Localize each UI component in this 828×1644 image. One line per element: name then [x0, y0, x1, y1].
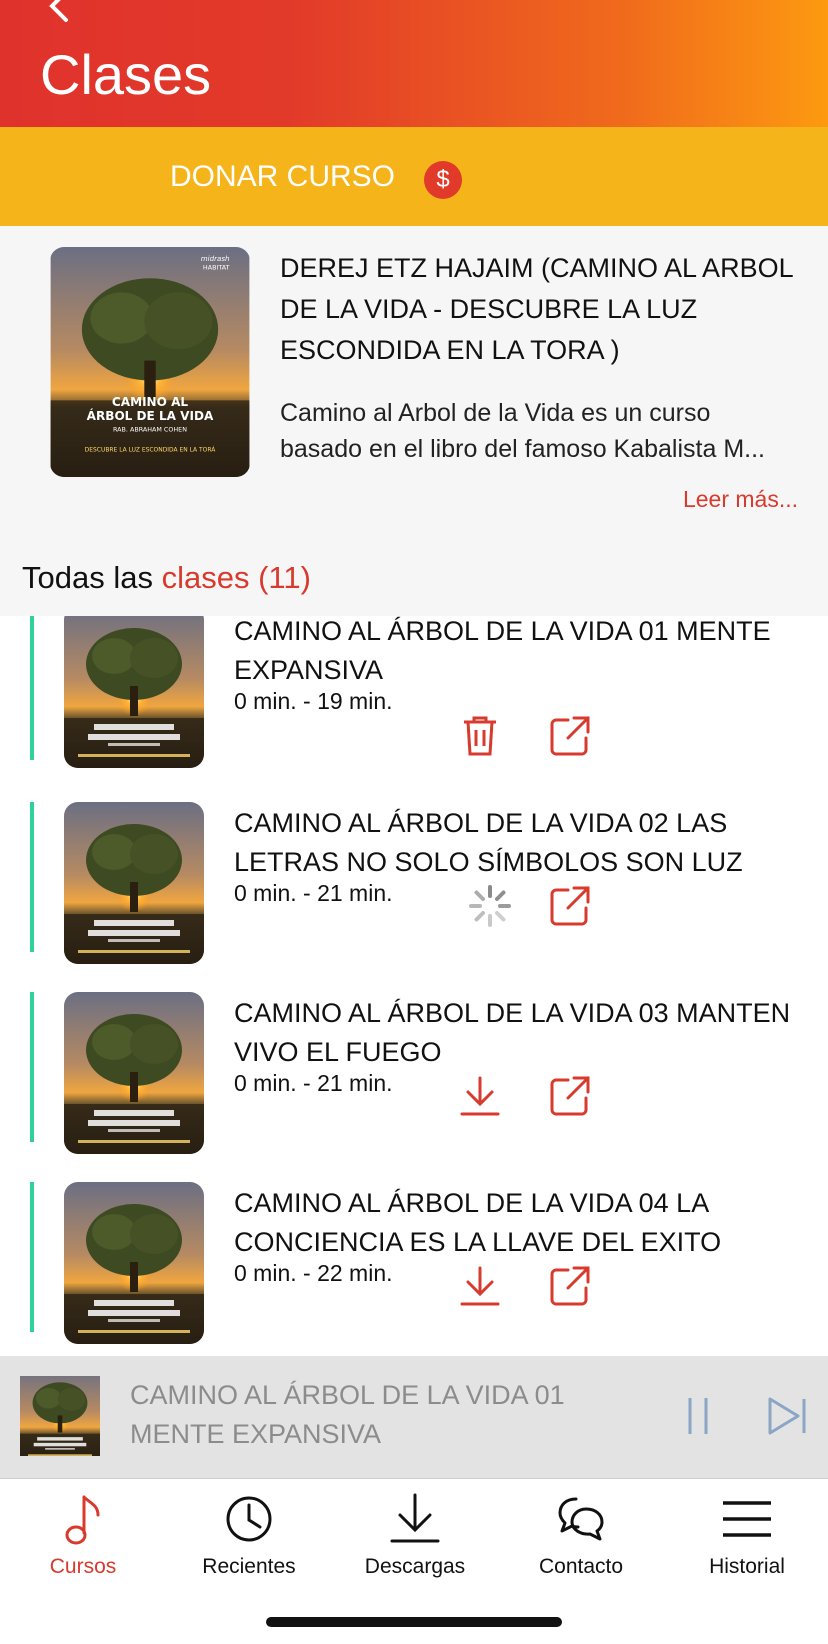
class-item[interactable]: CAMINO AL ÁRBOL DE LA VIDA 02 LAS LETRAS…	[0, 786, 828, 976]
class-thumbnail	[64, 992, 204, 1154]
clock-icon	[226, 1496, 272, 1542]
share-icon[interactable]	[548, 1264, 592, 1308]
read-more-link[interactable]: Leer más...	[683, 484, 798, 514]
class-thumbnail	[64, 802, 204, 964]
class-title: CAMINO AL ÁRBOL DE LA VIDA 04 LA CONCIEN…	[234, 1188, 722, 1257]
app-header: Clases	[0, 0, 828, 127]
player-title: CAMINO AL ÁRBOL DE LA VIDA 01 MENTE EXPA…	[130, 1380, 565, 1449]
tab-descargas[interactable]: Descargas	[332, 1479, 498, 1599]
class-duration: 0 min. - 22 min.	[234, 1260, 393, 1286]
class-thumbnail	[64, 1182, 204, 1344]
class-thumbnail	[64, 616, 204, 768]
class-title: CAMINO AL ÁRBOL DE LA VIDA 01 MENTE EXPA…	[234, 616, 771, 685]
share-icon[interactable]	[548, 884, 592, 928]
progress-indicator	[30, 1182, 34, 1332]
class-item[interactable]: CAMINO AL ÁRBOL DE LA VIDA 04 LA CONCIEN…	[0, 1166, 828, 1356]
cover-brand2: HABITAT	[203, 264, 230, 272]
class-list[interactable]: CAMINO AL ÁRBOL DE LA VIDA 01 MENTE EXPA…	[0, 616, 828, 1356]
page-title: Clases	[40, 43, 212, 106]
tab-label: Descargas	[364, 1555, 466, 1578]
tab-label: Cursos	[49, 1555, 117, 1578]
cover-brand: midrash	[201, 254, 230, 263]
cover-author: RAB. ABRAHAM COHEN	[113, 426, 187, 434]
share-icon[interactable]	[548, 714, 592, 758]
course-title: DEREJ ETZ HAJAIM (CAMINO AL ARBOL DE LA …	[280, 253, 793, 365]
tab-cursos[interactable]: Cursos	[0, 1479, 166, 1599]
cover-line2: ÁRBOL DE LA VIDA	[87, 408, 214, 423]
download-icon[interactable]	[458, 1074, 502, 1118]
hamburger-menu-icon	[723, 1501, 771, 1537]
trash-icon[interactable]	[458, 714, 502, 758]
class-title: CAMINO AL ÁRBOL DE LA VIDA 03 MANTEN VIV…	[234, 998, 791, 1067]
player-thumbnail	[20, 1376, 100, 1456]
course-description: Camino al Arbol de la Vida es un curso b…	[280, 399, 765, 463]
download-tray-icon	[390, 1493, 440, 1543]
dollar-icon[interactable]: $	[424, 161, 462, 199]
class-duration: 0 min. - 19 min.	[234, 688, 393, 714]
share-icon[interactable]	[548, 1074, 592, 1118]
loading-spinner-icon	[469, 885, 511, 927]
course-cover-image: CAMINO AL ÁRBOL DE LA VIDA RAB. ABRAHAM …	[50, 247, 250, 477]
tab-label: Historial	[709, 1555, 785, 1578]
pause-icon[interactable]	[684, 1396, 712, 1436]
cover-tagline: DESCUBRE LA LUZ ESCONDIDA EN LA TORÁ	[85, 446, 217, 453]
download-icon[interactable]	[458, 1264, 502, 1308]
music-note-icon	[65, 1495, 100, 1545]
tab-contacto[interactable]: Contacto	[498, 1479, 664, 1599]
class-title: CAMINO AL ÁRBOL DE LA VIDA 02 LAS LETRAS…	[234, 808, 743, 877]
class-item[interactable]: CAMINO AL ÁRBOL DE LA VIDA 01 MENTE EXPA…	[0, 616, 828, 800]
tab-recientes[interactable]: Recientes	[166, 1479, 332, 1599]
tab-historial[interactable]: Historial	[664, 1479, 828, 1599]
tab-label: Recientes	[202, 1555, 296, 1578]
progress-indicator	[30, 802, 34, 952]
cover-line1: CAMINO AL	[112, 395, 188, 409]
class-duration: 0 min. - 21 min.	[234, 880, 393, 906]
chat-bubbles-icon	[558, 1497, 604, 1541]
class-item[interactable]: CAMINO AL ÁRBOL DE LA VIDA 03 MANTEN VIV…	[0, 976, 828, 1166]
donate-bar[interactable]: DONAR CURSO	[0, 127, 828, 226]
classes-count-heading: Todas las clases (11)	[22, 560, 311, 595]
home-indicator[interactable]	[266, 1617, 562, 1627]
progress-indicator	[30, 992, 34, 1142]
class-duration: 0 min. - 21 min.	[234, 1070, 393, 1096]
donate-label[interactable]: DONAR CURSO	[170, 157, 395, 197]
back-arrow-icon[interactable]	[40, 0, 72, 22]
tab-label: Contacto	[538, 1555, 624, 1578]
progress-indicator	[30, 616, 34, 760]
skip-next-icon[interactable]	[766, 1396, 808, 1436]
mini-player[interactable]: CAMINO AL ÁRBOL DE LA VIDA 01 MENTE EXPA…	[0, 1356, 828, 1478]
